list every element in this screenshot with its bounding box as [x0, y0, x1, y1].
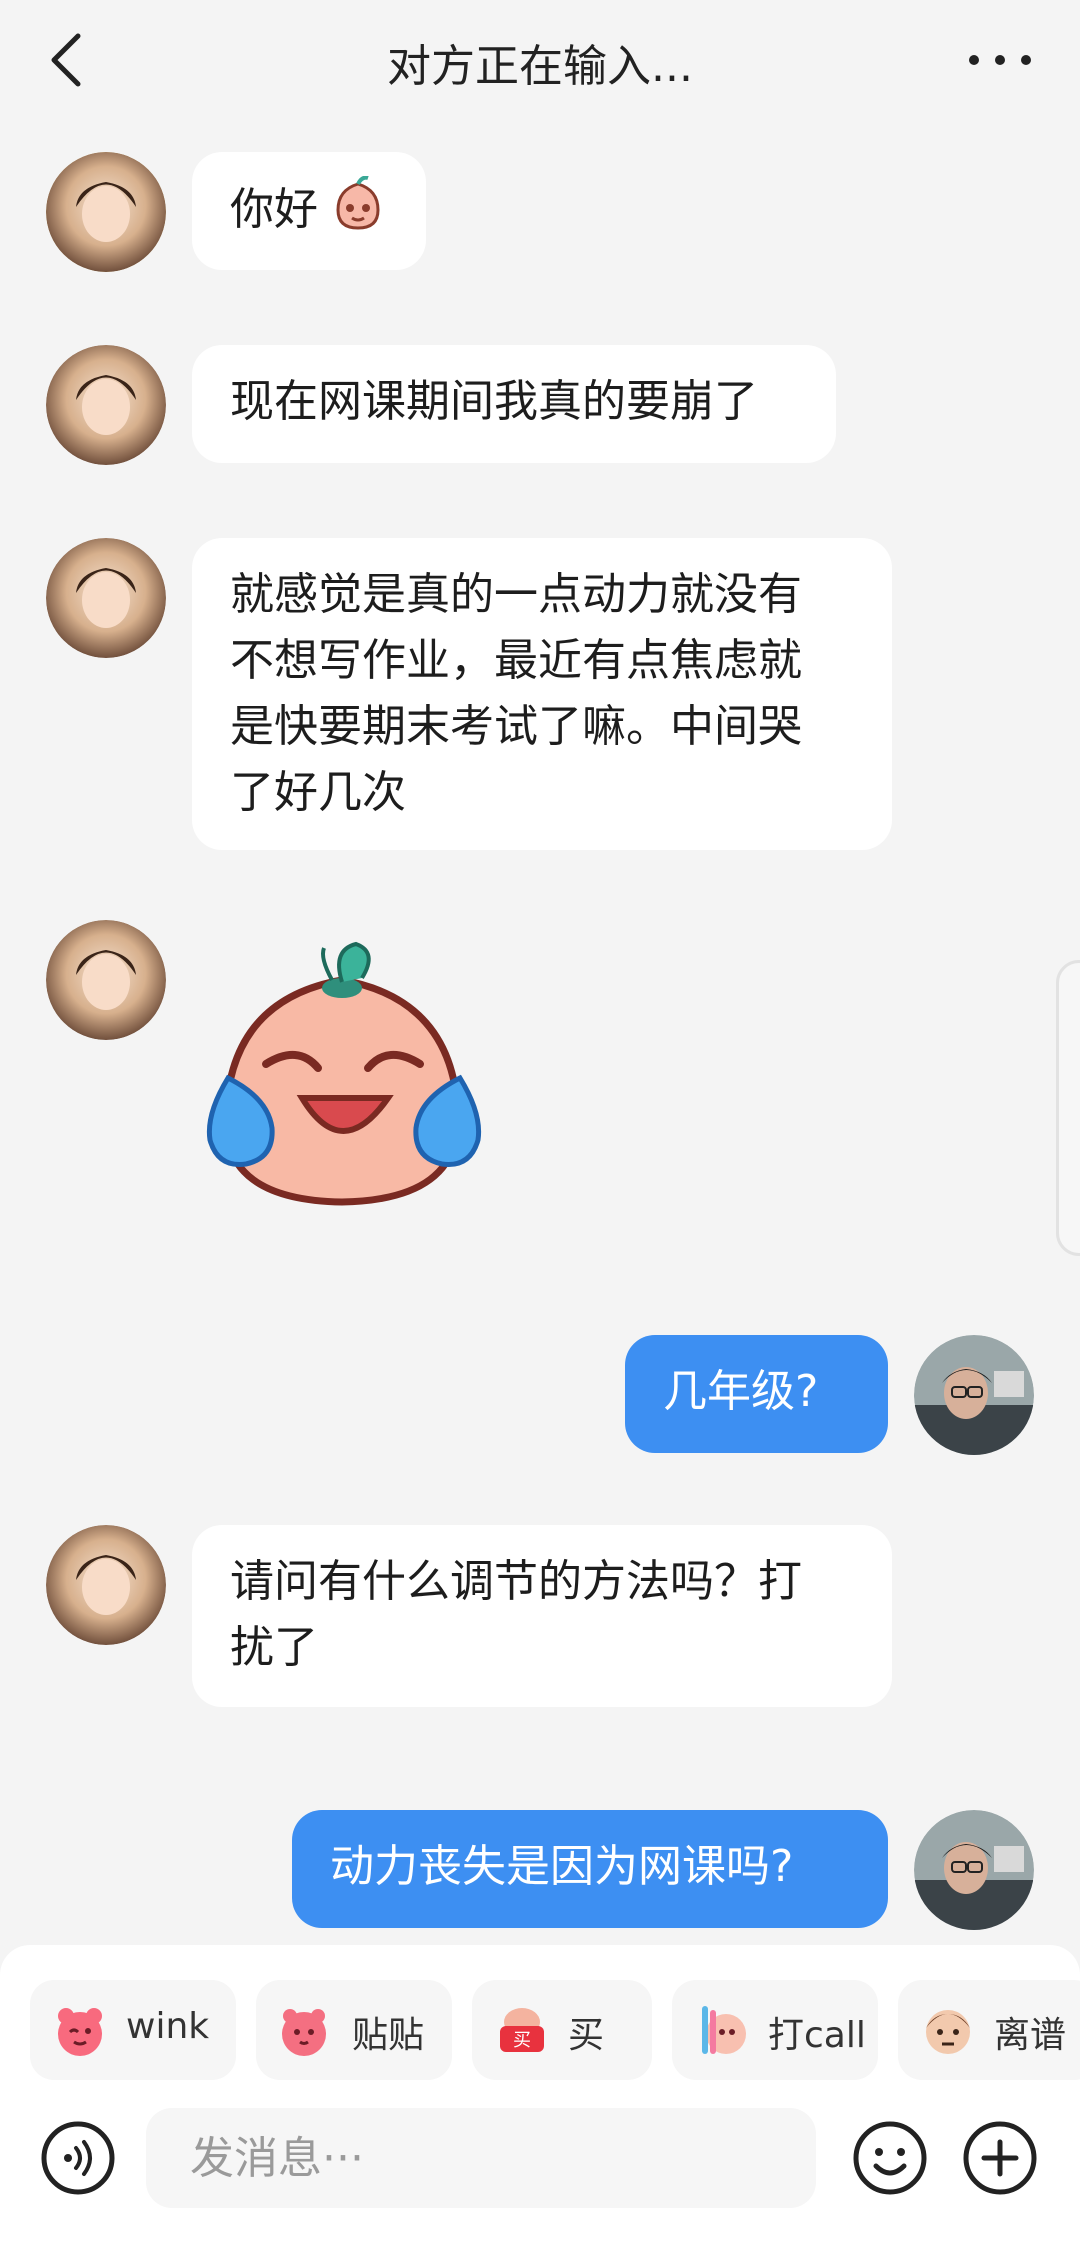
- message-input[interactable]: [146, 2108, 816, 2208]
- composer-bar: [0, 2100, 1080, 2230]
- quick-sticker-cheer[interactable]: 打call: [672, 1980, 878, 2080]
- message-line: 了好几次: [230, 767, 406, 818]
- message-bubble[interactable]: 就感觉是真的一点动力就没有 不想写作业，最近有点焦虑就 是快要期末考试了嘛。中间…: [192, 538, 892, 850]
- sticker-label: 买: [568, 2015, 605, 2056]
- quick-sticker-buy[interactable]: 买 买: [472, 1980, 652, 2080]
- more-options-icon[interactable]: [960, 40, 1040, 80]
- message-line: 就感觉是真的一点动力就没有: [230, 569, 802, 620]
- cuddle-sticker-icon: [282, 2009, 326, 2056]
- message-text: 现在网课期间我真的要崩了: [230, 376, 758, 427]
- message-bubble-outgoing[interactable]: 动力丧失是因为网课吗?: [292, 1810, 888, 1928]
- absurd-sticker-icon: [926, 2010, 970, 2054]
- chat-area: 你好 现在网课期间我真的要崩了 就感觉是真的一点动力就没有 不想写作业，最近有点…: [0, 120, 1080, 1940]
- message-text: 动力丧失是因为网课吗?: [330, 1841, 794, 1892]
- message-line: 请问有什么调节的方法吗？打: [230, 1556, 802, 1607]
- voice-input-icon[interactable]: [40, 2120, 116, 2196]
- quick-sticker-bar: wink 贴贴 买 买 打call 离谱: [30, 1980, 1080, 2080]
- sticker-label: wink: [126, 2006, 210, 2047]
- cheer-sticker-icon: [702, 2006, 746, 2054]
- contact-avatar[interactable]: [46, 920, 166, 1040]
- contact-avatar[interactable]: [46, 1525, 166, 1645]
- peach-face-emoji: [336, 175, 380, 230]
- quick-sticker-absurd[interactable]: 离谱: [898, 1980, 1080, 2080]
- message-line: 是快要期末考试了嘛。中间哭: [230, 701, 802, 752]
- my-avatar[interactable]: [914, 1810, 1034, 1930]
- message-bubble-outgoing[interactable]: 几年级?: [625, 1335, 888, 1453]
- add-icon[interactable]: [962, 2120, 1038, 2196]
- buy-sticker-icon: 买: [500, 2008, 544, 2052]
- message-text: 几年级?: [663, 1366, 819, 1417]
- message-text: 你好: [230, 184, 318, 235]
- contact-avatar[interactable]: [46, 345, 166, 465]
- sticker-label: 离谱: [994, 2015, 1067, 2056]
- svg-text:买: 买: [513, 2030, 531, 2051]
- my-avatar[interactable]: [914, 1335, 1034, 1455]
- contact-avatar[interactable]: [46, 152, 166, 272]
- wink-sticker-icon: [58, 2008, 102, 2056]
- message-line: 不想写作业，最近有点焦虑就: [230, 635, 802, 686]
- emoji-icon[interactable]: [852, 2120, 928, 2196]
- message-bubble[interactable]: 请问有什么调节的方法吗？打 扰了: [192, 1525, 892, 1707]
- contact-avatar[interactable]: [46, 538, 166, 658]
- sticker-label: 打call: [768, 2015, 866, 2056]
- message-bubble[interactable]: 现在网课期间我真的要崩了: [192, 345, 836, 463]
- crying-laughing-peach-sticker[interactable]: [192, 928, 502, 1218]
- chat-title: 对方正在输入...: [387, 41, 693, 92]
- message-line: 扰了: [230, 1622, 318, 1673]
- top-bar: 对方正在输入...: [0, 0, 1080, 120]
- quick-sticker-cuddle[interactable]: 贴贴: [256, 1980, 452, 2080]
- message-bubble[interactable]: 你好: [192, 152, 426, 270]
- quick-sticker-wink[interactable]: wink: [30, 1980, 236, 2080]
- sticker-label: 贴贴: [352, 2015, 425, 2056]
